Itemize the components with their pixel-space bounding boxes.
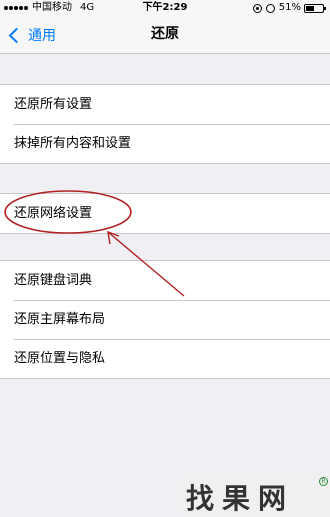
cell-label: 还原所有设置 [14,97,93,112]
reset-keyboard-dictionary-cell[interactable]: 还原键盘词典 [0,261,330,300]
watermark-text: 找果网 [186,482,295,515]
battery-fill [306,5,314,11]
lock-rotation-icon [252,3,262,13]
reset-group-2: 还原网络设置 [0,193,330,234]
battery-percent: 51% [278,2,301,13]
status-bar: 中国移动 4G 下午2:29 51% [0,0,330,16]
back-button-label: 通用 [28,28,56,44]
back-button[interactable]: 通用 [7,22,56,48]
nav-bar: 还原 通用 [0,16,330,54]
reset-network-settings-cell[interactable]: 还原网络设置 [0,194,330,233]
reset-all-settings-cell[interactable]: 还原所有设置 [0,85,330,124]
battery-icon [304,3,326,13]
cell-label: 还原网络设置 [14,206,93,221]
reset-location-privacy-cell[interactable]: 还原位置与隐私 [0,339,330,378]
reset-home-screen-layout-cell[interactable]: 还原主屏幕布局 [0,300,330,339]
cell-label: 还原主屏幕布局 [14,312,106,327]
cell-label: 还原键盘词典 [14,273,93,288]
watermark: 找果网 R [180,475,330,516]
registered-badge: R [319,477,328,486]
erase-all-content-cell[interactable]: 抹掉所有内容和设置 [0,124,330,163]
status-right: 51% [252,0,326,16]
chevron-left-icon [8,27,25,43]
annotation-overlay [4,190,185,297]
reset-group-1: 还原所有设置 抹掉所有内容和设置 [0,84,330,164]
alarm-icon [265,3,275,13]
cell-label: 还原位置与隐私 [14,351,106,366]
reset-group-3: 还原键盘词典 还原主屏幕布局 还原位置与隐私 [0,260,330,379]
cell-label: 抹掉所有内容和设置 [14,136,132,151]
